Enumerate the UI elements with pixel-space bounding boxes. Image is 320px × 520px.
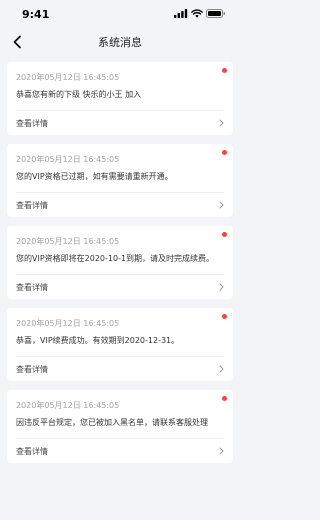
message-card: 2020年05月12日 16:45:05 因违反平台规定，您已被加入黑名单，请联… (7, 390, 233, 463)
view-details-label: 查看详情 (16, 446, 48, 456)
message-card: 2020年05月12日 16:45:05 恭喜，VIP续费成功。有效期到2020… (7, 308, 233, 381)
message-content: 恭喜您有新的下级 快乐的小王 加入 (16, 90, 142, 99)
view-details-button[interactable]: 查看详情 (16, 111, 224, 135)
message-content: 恭喜，VIP续费成功。有效期到2020-12-31。 (16, 336, 180, 345)
signal-icon (174, 8, 188, 21)
unread-dot (222, 232, 227, 237)
message-content: 因违反平台规定，您已被加入黑名单，请联系客服处理 (16, 418, 208, 427)
view-details-button[interactable]: 查看详情 (16, 275, 224, 299)
unread-dot (222, 150, 227, 155)
chevron-right-icon (219, 201, 224, 209)
message-card: 2020年05月12日 16:45:05 恭喜您有新的下级 快乐的小王 加入 查… (7, 62, 233, 135)
view-details-button[interactable]: 查看详情 (16, 193, 224, 217)
view-details-label: 查看详情 (16, 200, 48, 210)
chevron-right-icon (219, 365, 224, 373)
message-card: 2020年05月12日 16:45:05 您的VIP资格即将在2020-10-1… (7, 226, 233, 299)
nav-bar: 系统消息 (0, 28, 240, 56)
message-time: 2020年05月12日 16:45:05 (16, 73, 120, 82)
message-time: 2020年05月12日 16:45:05 (16, 155, 120, 164)
view-details-label: 查看详情 (16, 364, 48, 374)
message-content: 您的VIP资格已过期，如有需要请重新开通。 (16, 172, 173, 181)
unread-dot (222, 314, 227, 319)
view-details-button[interactable]: 查看详情 (16, 439, 224, 463)
battery-icon (206, 8, 226, 21)
page-title: 系统消息 (98, 36, 142, 49)
message-list: 2020年05月12日 16:45:05 恭喜您有新的下级 快乐的小王 加入 查… (0, 56, 240, 463)
view-details-label: 查看详情 (16, 118, 48, 128)
back-arrow-icon[interactable] (8, 33, 26, 51)
chevron-right-icon (219, 447, 224, 455)
message-content: 您的VIP资格即将在2020-10-1到期，请及时完成续费。 (16, 254, 215, 263)
chevron-right-icon (219, 119, 224, 127)
message-time: 2020年05月12日 16:45:05 (16, 401, 120, 410)
message-time: 2020年05月12日 16:45:05 (16, 237, 120, 246)
status-icons (174, 8, 226, 21)
status-bar: 9:41 (0, 0, 240, 28)
message-card: 2020年05月12日 16:45:05 您的VIP资格已过期，如有需要请重新开… (7, 144, 233, 217)
wifi-icon (191, 8, 203, 21)
status-time: 9:41 (22, 7, 50, 21)
view-details-label: 查看详情 (16, 282, 48, 292)
message-time: 2020年05月12日 16:45:05 (16, 319, 120, 328)
unread-dot (222, 68, 227, 73)
view-details-button[interactable]: 查看详情 (16, 357, 224, 381)
unread-dot (222, 396, 227, 401)
chevron-right-icon (219, 283, 224, 291)
